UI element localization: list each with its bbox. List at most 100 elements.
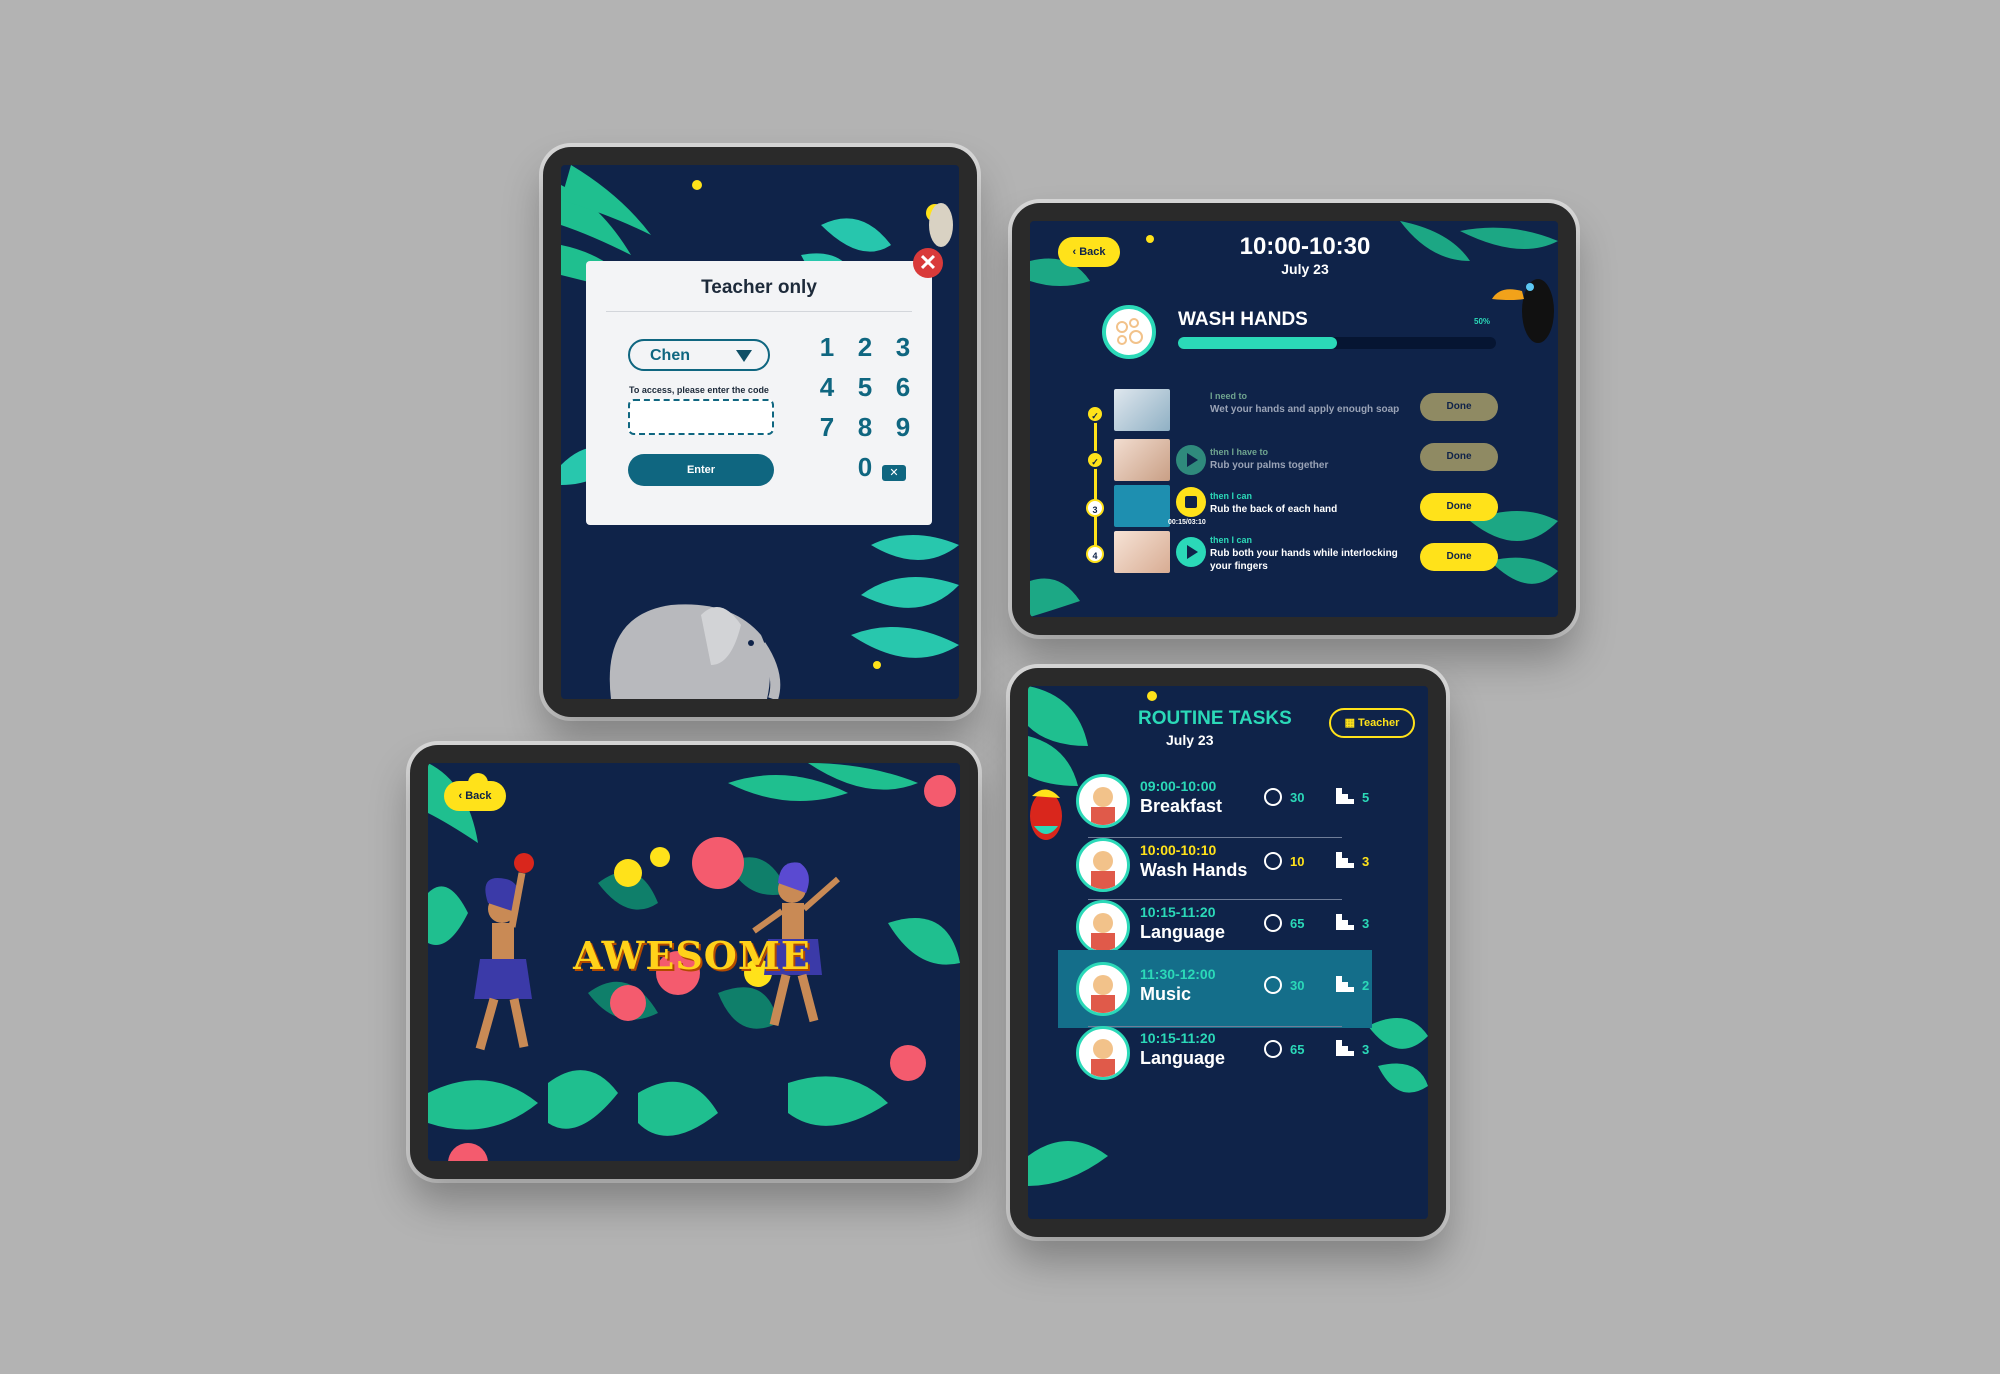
keypad-key-8[interactable]: 8 bbox=[850, 411, 880, 443]
row-name: Breakfast bbox=[1140, 796, 1223, 816]
step-timeline bbox=[1094, 411, 1097, 561]
step-4-done-button[interactable]: Done bbox=[1420, 543, 1498, 571]
row-steps: 3 bbox=[1362, 916, 1370, 931]
steps-icon bbox=[1336, 976, 1354, 992]
chevron-down-icon bbox=[736, 350, 752, 362]
date-label: July 23 bbox=[1166, 732, 1214, 748]
row-minutes: 65 bbox=[1290, 916, 1305, 931]
alarm-clock-icon bbox=[1264, 788, 1282, 806]
keypad-key-1[interactable]: 1 bbox=[812, 331, 842, 363]
alarm-clock-icon bbox=[1264, 914, 1282, 932]
row-steps: 3 bbox=[1362, 854, 1370, 869]
steps-icon bbox=[1336, 852, 1354, 868]
row-time: 10:15-11:20 bbox=[1140, 904, 1216, 920]
alarm-clock-icon bbox=[1264, 852, 1282, 870]
awesome-screen: ‹ Back AWESOME bbox=[428, 763, 960, 1161]
row-name: Wash Hands bbox=[1140, 860, 1248, 880]
row-time: 11:30-12:00 bbox=[1140, 966, 1216, 982]
step-2-prefix: then I have to bbox=[1210, 447, 1269, 457]
activity-avatar-icon bbox=[1076, 962, 1130, 1016]
alarm-clock-icon bbox=[1264, 976, 1282, 994]
row-steps: 5 bbox=[1362, 790, 1370, 805]
tablet-wash-hands: ‹ Back 10:00-10:30 July 23 WASH HANDS 50… bbox=[1012, 203, 1576, 635]
page-title: ROUTINE TASKS bbox=[1138, 708, 1292, 729]
toucan-icon bbox=[1492, 279, 1554, 343]
step-2-check-icon: ✓ bbox=[1086, 451, 1104, 469]
step-2-play-icon[interactable] bbox=[1176, 445, 1206, 475]
step-4-image bbox=[1114, 531, 1170, 573]
step-2-text: Rub your palms together bbox=[1210, 460, 1329, 471]
routine-row[interactable]: 10:15-11:20 Language 65 3 bbox=[1058, 1014, 1372, 1092]
keypad-key-5[interactable]: 5 bbox=[850, 371, 880, 403]
back-button[interactable]: ‹ Back bbox=[444, 781, 506, 811]
keypad-key-6[interactable]: 6 bbox=[888, 371, 918, 403]
teacher-button[interactable]: ▦ Teacher bbox=[1329, 708, 1415, 738]
row-minutes: 65 bbox=[1290, 1042, 1305, 1057]
step-3-image bbox=[1114, 485, 1170, 527]
close-button[interactable]: ✕ bbox=[913, 248, 943, 278]
row-name: Language bbox=[1140, 922, 1226, 942]
user-select[interactable]: Chen bbox=[628, 339, 770, 371]
wash-hands-icon bbox=[1102, 305, 1156, 359]
step-4-prefix: then I can bbox=[1210, 535, 1253, 545]
back-label: Back bbox=[465, 790, 492, 802]
keypad-key-4[interactable]: 4 bbox=[812, 371, 842, 403]
row-minutes: 10 bbox=[1290, 854, 1305, 869]
step-3-timer: 00:15/03:10 bbox=[1168, 519, 1206, 526]
keypad-key-0[interactable]: 0 bbox=[850, 451, 880, 483]
step-3-done-button[interactable]: Done bbox=[1420, 493, 1498, 521]
row-name: Language bbox=[1140, 1048, 1226, 1068]
step-4-play-icon[interactable] bbox=[1176, 537, 1206, 567]
awesome-headline: AWESOME bbox=[573, 933, 811, 978]
progress-fill bbox=[1178, 337, 1337, 349]
keypad-key-3[interactable]: 3 bbox=[888, 331, 918, 363]
user-select-value: Chen bbox=[650, 347, 690, 364]
step-3-number: 3 bbox=[1086, 499, 1104, 517]
row-name: Music bbox=[1140, 984, 1192, 1004]
steps-icon bbox=[1336, 788, 1354, 804]
step-1-text: Wet your hands and apply enough soap bbox=[1210, 404, 1400, 415]
routine-tasks-screen: ROUTINE TASKS July 23 ▦ Teacher 09:00-10… bbox=[1028, 686, 1428, 1219]
date-label: July 23 bbox=[1281, 261, 1329, 277]
elephant-icon bbox=[609, 604, 781, 699]
keypad-key-2[interactable]: 2 bbox=[850, 331, 880, 363]
keypad-key-7[interactable]: 7 bbox=[812, 411, 842, 443]
step-1-check-icon: ✓ bbox=[1086, 405, 1104, 423]
back-button[interactable]: ‹ Back bbox=[1058, 237, 1120, 267]
activity-avatar-icon bbox=[1076, 838, 1130, 892]
step-2-image bbox=[1114, 439, 1170, 481]
divider bbox=[606, 311, 912, 312]
dancer-left-icon bbox=[474, 853, 534, 1051]
step-1-prefix: I need to bbox=[1210, 391, 1248, 401]
lock-icon: ▦ bbox=[1344, 717, 1355, 729]
row-minutes: 30 bbox=[1290, 978, 1305, 993]
activity-avatar-icon bbox=[1076, 774, 1130, 828]
keypad-key-9[interactable]: 9 bbox=[888, 411, 918, 443]
enter-button[interactable]: Enter bbox=[628, 454, 774, 486]
backspace-icon[interactable]: ✕ bbox=[882, 465, 906, 481]
wash-hands-screen: ‹ Back 10:00-10:30 July 23 WASH HANDS 50… bbox=[1030, 221, 1558, 617]
progress-bar bbox=[1178, 337, 1496, 349]
step-1-image bbox=[1114, 389, 1170, 431]
back-label: Back bbox=[1079, 246, 1106, 258]
access-code-input[interactable] bbox=[628, 399, 774, 435]
row-time: 09:00-10:00 bbox=[1140, 778, 1217, 794]
row-minutes: 30 bbox=[1290, 790, 1305, 805]
step-2-done-button[interactable]: Done bbox=[1420, 443, 1498, 471]
tablet-routine-tasks: ROUTINE TASKS July 23 ▦ Teacher 09:00-10… bbox=[1010, 668, 1446, 1237]
step-4-number: 4 bbox=[1086, 545, 1104, 563]
tablet-teacher-login: Teacher only Chen To access, please ente… bbox=[543, 147, 977, 717]
row-steps: 2 bbox=[1362, 978, 1370, 993]
task-title: WASH HANDS bbox=[1178, 309, 1308, 330]
step-1-done-button[interactable]: Done bbox=[1420, 393, 1498, 421]
teacher-label: Teacher bbox=[1358, 717, 1400, 729]
access-hint: To access, please enter the code bbox=[629, 385, 769, 395]
activity-avatar-icon bbox=[1076, 900, 1130, 954]
step-3-stop-icon[interactable] bbox=[1176, 487, 1206, 517]
row-steps: 3 bbox=[1362, 1042, 1370, 1057]
time-range: 10:00-10:30 bbox=[1239, 233, 1371, 260]
step-3-prefix: then I can bbox=[1210, 491, 1253, 501]
steps-icon bbox=[1336, 1040, 1354, 1056]
row-time: 10:00-10:10 bbox=[1140, 842, 1217, 858]
teacher-only-dialog: Teacher only Chen To access, please ente… bbox=[586, 261, 932, 525]
